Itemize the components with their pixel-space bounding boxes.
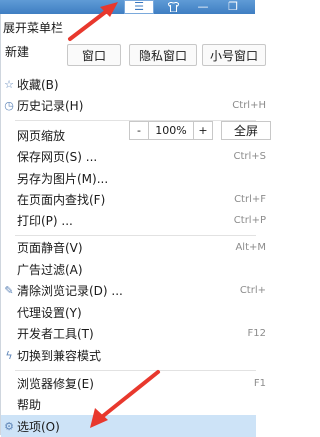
main-menu-panel: 展开菜单栏 新建 窗口 隐私窗口 小号窗口 ☆ 收藏(B) ◷ 历史记录(H) … bbox=[0, 14, 271, 437]
tshirt-skin-icon[interactable] bbox=[160, 0, 186, 14]
new-window-button[interactable]: 窗口 bbox=[67, 44, 121, 66]
menu-item-developer-tools[interactable]: 开发者工具(T) F12 bbox=[1, 322, 266, 344]
menu-item-label: 在页面内查找(F) bbox=[17, 192, 106, 207]
menu-item-label: 保存网页(S) ... bbox=[17, 149, 98, 164]
menu-item-find-in-page[interactable]: 在页面内查找(F) Ctrl+F bbox=[1, 188, 266, 210]
menu-item-label: 展开菜单栏 bbox=[3, 20, 64, 35]
zoom-out-button[interactable]: - bbox=[129, 121, 149, 140]
shortcut-text: Ctrl+S bbox=[233, 150, 266, 162]
lightning-icon: ϟ bbox=[5, 348, 13, 362]
clock-icon: ◷ bbox=[4, 98, 14, 112]
gear-icon: ⚙ bbox=[4, 419, 14, 433]
shortcut-text: Ctrl+ bbox=[239, 284, 266, 296]
shortcut-text: Ctrl+P bbox=[233, 214, 266, 226]
shortcut-text: Alt+M bbox=[235, 241, 266, 253]
zoom-in-button[interactable]: + bbox=[193, 121, 213, 140]
menu-item-compat-mode[interactable]: ϟ 切换到兼容模式 bbox=[1, 344, 256, 366]
minimize-icon[interactable]: — bbox=[190, 0, 216, 14]
menu-item-print[interactable]: 打印(P) ... Ctrl+P bbox=[1, 209, 266, 231]
restore-window-icon[interactable]: ❐ bbox=[220, 0, 246, 14]
menu-item-proxy-settings[interactable]: 代理设置(Y) bbox=[1, 301, 256, 323]
menu-item-label: 开发者工具(T) bbox=[17, 326, 94, 341]
menu-item-label: 切换到兼容模式 bbox=[17, 348, 102, 363]
menu-item-label: 广告过滤(A) bbox=[17, 262, 83, 277]
star-icon: ☆ bbox=[4, 77, 14, 91]
fullscreen-button[interactable]: 全屏 bbox=[221, 121, 271, 140]
shortcut-text: F1 bbox=[253, 377, 266, 389]
menu-item-label: 页面静音(V) bbox=[17, 240, 83, 255]
new-alt-account-window-button[interactable]: 小号窗口 bbox=[202, 44, 266, 66]
broom-icon: ✎ bbox=[4, 283, 14, 297]
menu-item-favorites[interactable]: ☆ 收藏(B) bbox=[1, 73, 256, 95]
shortcut-text: Ctrl+F bbox=[234, 193, 266, 205]
new-private-window-button[interactable]: 隐私窗口 bbox=[129, 44, 197, 66]
new-label: 新建 bbox=[5, 44, 30, 59]
menu-item-label: 清除浏览记录(D) ... bbox=[17, 283, 123, 298]
menu-item-ad-filter[interactable]: 广告过滤(A) bbox=[1, 258, 256, 280]
menu-item-history[interactable]: ◷ 历史记录(H) Ctrl+H bbox=[1, 94, 266, 116]
menu-item-clear-browsing-data[interactable]: ✎ 清除浏览记录(D) ... Ctrl+ bbox=[1, 279, 266, 301]
menu-item-browser-repair[interactable]: 浏览器修复(E) F1 bbox=[1, 372, 266, 394]
menu-item-label: 选项(O) bbox=[17, 419, 60, 434]
menu-item-label: 代理设置(Y) bbox=[17, 305, 82, 320]
shortcut-text: Ctrl+H bbox=[232, 99, 266, 111]
hamburger-menu-icon[interactable]: ☰ bbox=[124, 0, 154, 14]
shortcut-text: F12 bbox=[247, 327, 266, 339]
menu-item-expand-menubar[interactable]: 展开菜单栏 bbox=[1, 16, 256, 38]
menu-item-label: 帮助 bbox=[17, 397, 42, 412]
menu-item-label: 收藏(B) bbox=[17, 77, 59, 92]
menu-item-label: 另存为图片(M)... bbox=[17, 171, 109, 186]
menu-item-label: 网页缩放 bbox=[17, 128, 66, 143]
menu-item-label: 历史记录(H) bbox=[17, 98, 84, 113]
menu-divider bbox=[15, 370, 256, 371]
browser-titlebar: ☰ — ❐ bbox=[0, 0, 255, 14]
menu-item-label: 浏览器修复(E) bbox=[17, 376, 94, 391]
menu-item-mute-page[interactable]: 页面静音(V) Alt+M bbox=[1, 236, 266, 258]
menu-item-save-page[interactable]: 保存网页(S) ... Ctrl+S bbox=[1, 145, 266, 167]
menu-item-label: 打印(P) ... bbox=[17, 213, 73, 228]
zoom-level-value: 100% bbox=[148, 121, 194, 140]
menu-item-help[interactable]: 帮助 bbox=[1, 393, 256, 415]
menu-item-save-as-image[interactable]: 另存为图片(M)... bbox=[1, 167, 256, 189]
menu-item-options[interactable]: ⚙ 选项(O) bbox=[1, 415, 256, 437]
